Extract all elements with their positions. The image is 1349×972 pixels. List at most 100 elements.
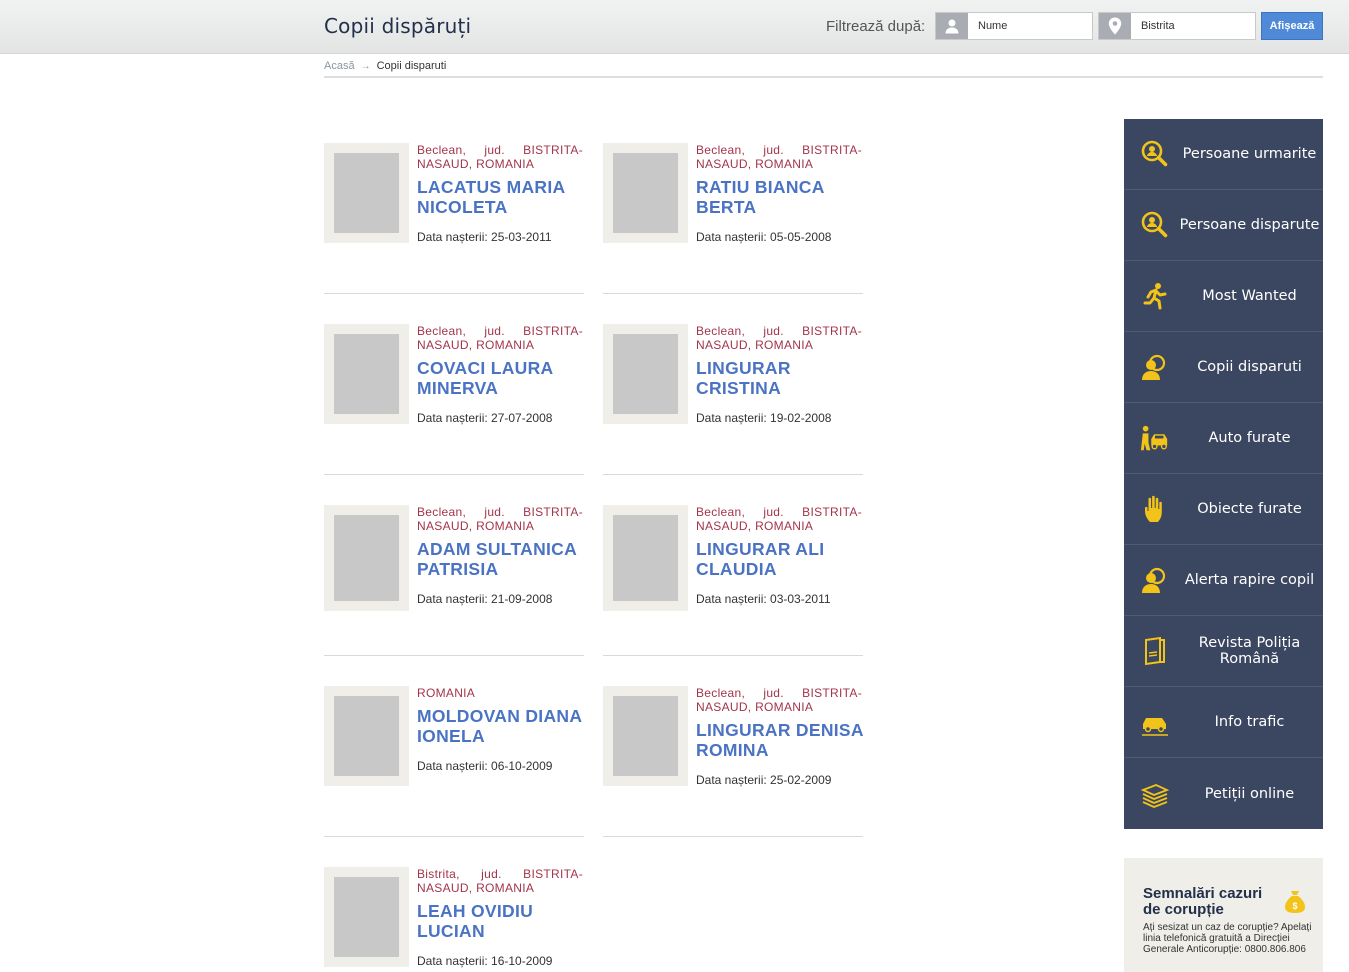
- nav-item-revista-politia-romana[interactable]: Revista Poliția Română: [1124, 616, 1323, 687]
- corruption-title: Semnalări cazuri de corupție: [1143, 885, 1263, 918]
- photo-frame: [324, 143, 409, 243]
- child-name-link[interactable]: LINGURAR DENISA ROMINA: [696, 720, 864, 760]
- nav-item-copii-disparuti[interactable]: Copii disparuti: [1124, 332, 1323, 403]
- car-thief-icon: [1140, 423, 1170, 453]
- breadcrumb-home-link[interactable]: Acasă: [324, 60, 355, 72]
- nav-item-most-wanted[interactable]: Most Wanted: [1124, 261, 1323, 332]
- child-location: Bistrita, jud. BISTRITA-NASAUD, ROMANIA: [417, 867, 583, 895]
- traffic-car-icon: [1140, 707, 1170, 737]
- child-name-link[interactable]: COVACI LAURA MINERVA: [417, 358, 585, 398]
- card-divider: [324, 836, 584, 837]
- child-location: Beclean, jud. BISTRITA-NASAUD, ROMANIA: [696, 324, 862, 352]
- child-photo[interactable]: [334, 334, 399, 414]
- nav-label: Alerta rapire copil: [1184, 572, 1315, 588]
- child-location: Beclean, jud. BISTRITA-NASAUD, ROMANIA: [417, 324, 583, 352]
- child-location: ROMANIA: [417, 686, 476, 700]
- photo-frame: [603, 324, 688, 424]
- child-photo[interactable]: [613, 515, 678, 601]
- child-photo[interactable]: [334, 696, 399, 776]
- card-divider: [603, 293, 863, 294]
- child-dob: Data nașterii: 27-07-2008: [417, 411, 553, 425]
- child-name-link[interactable]: LINGURAR ALI CLAUDIA: [696, 539, 864, 579]
- child-photo[interactable]: [334, 877, 399, 957]
- child-name-link[interactable]: LACATUS MARIA NICOLETA: [417, 177, 585, 217]
- search-person-icon: [1140, 139, 1170, 169]
- photo-frame: [324, 867, 409, 967]
- photo-frame: [324, 686, 409, 786]
- corruption-report-box[interactable]: Semnalări cazuri de corupție $ Ați sesiz…: [1124, 858, 1323, 972]
- money-bag-icon: $: [1284, 890, 1306, 919]
- child-location: Beclean, jud. BISTRITA-NASAUD, ROMANIA: [696, 505, 862, 533]
- child-location: Beclean, jud. BISTRITA-NASAUD, ROMANIA: [417, 143, 583, 171]
- nav-item-auto-furate[interactable]: Auto furate: [1124, 403, 1323, 474]
- child-name-link[interactable]: LEAH OVIDIU LUCIAN: [417, 901, 585, 941]
- location-pin-icon: [1099, 13, 1131, 39]
- name-filter: [935, 12, 1093, 40]
- child-photo[interactable]: [334, 515, 399, 601]
- breadcrumb-divider: [324, 76, 1323, 78]
- child-dob: Data nașterii: 19-02-2008: [696, 411, 832, 425]
- person-icon: [936, 13, 968, 39]
- card-divider: [603, 474, 863, 475]
- photo-frame: [603, 686, 688, 786]
- page-title: Copii dispăruți: [324, 14, 472, 38]
- nav-item-info-trafic[interactable]: Info trafic: [1124, 687, 1323, 758]
- child-location: Beclean, jud. BISTRITA-NASAUD, ROMANIA: [417, 505, 583, 533]
- documents-icon: [1140, 779, 1170, 809]
- photo-frame: [324, 324, 409, 424]
- card-divider: [324, 655, 584, 656]
- child-photo[interactable]: [334, 153, 399, 233]
- child-name-link[interactable]: MOLDOVAN DIANA IONELA: [417, 706, 585, 746]
- location-filter: [1098, 12, 1256, 40]
- corruption-text: Ați sesizat un caz de corupție? Apelați …: [1143, 922, 1312, 955]
- search-person-icon: [1140, 210, 1170, 240]
- location-input[interactable]: [1131, 13, 1255, 39]
- nav-label: Persoane disparute: [1179, 217, 1320, 233]
- breadcrumb: Acasă → Copii disparuti: [324, 60, 446, 72]
- child-dob: Data nașterii: 25-03-2011: [417, 230, 552, 244]
- child-location: Beclean, jud. BISTRITA-NASAUD, ROMANIA: [696, 143, 862, 171]
- breadcrumb-current: Copii disparuti: [376, 60, 447, 72]
- nav-item-persoane-urmarite[interactable]: Persoane urmarite: [1124, 119, 1323, 190]
- child-dob: Data nașterii: 06-10-2009: [417, 759, 553, 773]
- nav-item-alerta-rapire-copil[interactable]: Alerta rapire copil: [1124, 545, 1323, 616]
- nav-label: Persoane urmarite: [1182, 146, 1317, 162]
- nav-label: Petiții online: [1204, 785, 1295, 802]
- child-dob: Data nașterii: 21-09-2008: [417, 592, 553, 606]
- nav-label: Obiecte furate: [1197, 501, 1302, 517]
- photo-frame: [324, 505, 409, 611]
- child-name-link[interactable]: LINGURAR CRISTINA: [696, 358, 864, 398]
- show-button[interactable]: Afișează: [1261, 12, 1323, 40]
- nav-item-obiecte-furate[interactable]: Obiecte furate: [1124, 474, 1323, 545]
- child-photo[interactable]: [613, 153, 678, 233]
- hand-icon: [1140, 494, 1170, 524]
- nav-label: Copii disparuti: [1197, 359, 1302, 375]
- child-dob: Data nașterii: 05-05-2008: [696, 230, 832, 244]
- card-divider: [324, 474, 584, 475]
- magazine-icon: [1140, 636, 1170, 666]
- nav-item-persoane-disparute[interactable]: Persoane disparute: [1124, 190, 1323, 261]
- nav-label: Most Wanted: [1202, 288, 1297, 304]
- child-dob: Data nașterii: 25-02-2009: [696, 773, 832, 787]
- child-photo[interactable]: [613, 696, 678, 776]
- card-divider: [603, 836, 863, 837]
- nav-label: Revista Poliția Română: [1198, 635, 1301, 667]
- card-divider: [324, 293, 584, 294]
- arrow-right-icon: →: [360, 60, 371, 72]
- child-photo[interactable]: [613, 334, 678, 414]
- filter-label: Filtrează după:: [826, 18, 926, 35]
- nav-item-petitii-online[interactable]: Petiții online: [1124, 758, 1323, 829]
- child-name-link[interactable]: RATIU BIANCA BERTA: [696, 177, 864, 217]
- svg-text:$: $: [1292, 901, 1297, 911]
- nav-label: Info trafic: [1214, 714, 1285, 730]
- running-man-icon: [1140, 281, 1170, 311]
- nav-label: Auto furate: [1208, 430, 1291, 446]
- card-divider: [603, 655, 863, 656]
- child-dob: Data nașterii: 03-03-2011: [696, 592, 831, 606]
- child-icon: [1140, 352, 1170, 382]
- name-input[interactable]: [968, 13, 1092, 39]
- child-name-link[interactable]: ADAM SULTANICA PATRISIA: [417, 539, 585, 579]
- side-navigation: Persoane urmarite Persoane disparute Mos…: [1124, 119, 1323, 829]
- child-dob: Data nașterii: 16-10-2009: [417, 954, 553, 968]
- child-location: Beclean, jud. BISTRITA-NASAUD, ROMANIA: [696, 686, 862, 714]
